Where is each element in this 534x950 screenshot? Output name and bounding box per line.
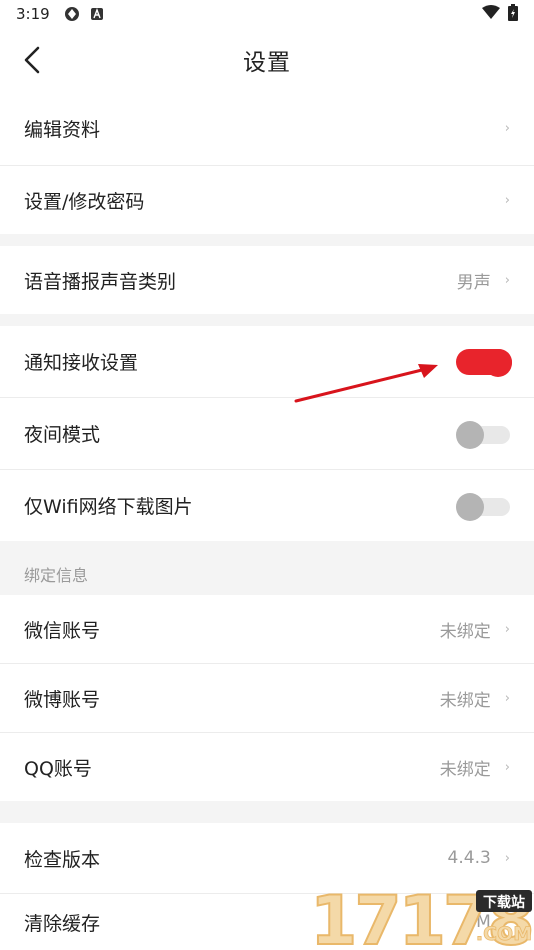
voice-type-label: 语音播报声音类别 xyxy=(24,270,177,293)
edit-profile-row[interactable]: 编辑资料 › xyxy=(0,92,534,165)
notify-toggle[interactable] xyxy=(456,348,512,377)
weibo-label: 微博账号 xyxy=(24,688,101,711)
clear-cache-label: 清除缓存 xyxy=(24,912,101,935)
weibo-row[interactable]: 微博账号 未绑定 › xyxy=(0,664,534,732)
qq-row[interactable]: QQ账号 未绑定 › xyxy=(0,733,534,801)
password-label: 设置/修改密码 xyxy=(24,190,145,213)
night-mode-label: 夜间模式 xyxy=(24,424,101,446)
qq-value: 未绑定 xyxy=(439,759,491,780)
page-title: 设置 xyxy=(243,50,291,76)
battery-icon xyxy=(508,3,518,25)
night-mode-toggle[interactable] xyxy=(456,420,510,449)
chevron-left-icon xyxy=(24,46,40,74)
wechat-label: 微信账号 xyxy=(24,619,101,642)
watermark-badge: 下载站 xyxy=(483,894,525,911)
watermark-suffix: .COM xyxy=(476,923,532,945)
weibo-value: 未绑定 xyxy=(439,690,491,711)
status-bar: 3:19 xyxy=(0,0,534,28)
site-watermark: 17178 下载站 .COM xyxy=(308,880,534,950)
chevron-right-icon: › xyxy=(504,192,510,208)
back-button[interactable] xyxy=(18,44,46,76)
app-notification-icon xyxy=(64,6,80,22)
a-notification-icon xyxy=(90,7,104,21)
version-value: 4.4.3 xyxy=(447,848,491,868)
nav-bar: 设置 xyxy=(0,28,534,92)
wifi-images-label: 仅Wifi网络下载图片 xyxy=(24,496,193,518)
chevron-right-icon: › xyxy=(504,121,510,136)
wifi-images-toggle[interactable] xyxy=(456,492,510,521)
wechat-value: 未绑定 xyxy=(439,621,491,642)
password-row[interactable]: 设置/修改密码 › xyxy=(0,166,534,234)
toggle-knob xyxy=(484,348,512,377)
wifi-icon xyxy=(482,5,500,23)
voice-type-row[interactable]: 语音播报声音类别 男声 › xyxy=(0,246,534,314)
chevron-right-icon: › xyxy=(504,850,510,866)
wifi-images-row: 仅Wifi网络下载图片 xyxy=(0,470,534,541)
chevron-right-icon: › xyxy=(504,690,510,706)
wechat-row[interactable]: 微信账号 未绑定 › xyxy=(0,595,534,663)
red-arrow-annotation xyxy=(294,364,438,403)
chevron-right-icon: › xyxy=(504,621,510,637)
status-time: 3:19 xyxy=(16,5,50,23)
binding-section-header: 绑定信息 xyxy=(0,553,534,595)
toggle-knob xyxy=(456,492,484,521)
notify-row: 通知接收设置 xyxy=(0,326,534,397)
chevron-right-icon: › xyxy=(504,759,510,775)
chevron-right-icon: › xyxy=(504,272,510,288)
night-mode-row: 夜间模式 xyxy=(0,398,534,469)
toggle-knob xyxy=(456,420,484,449)
edit-profile-label: 编辑资料 xyxy=(24,119,101,141)
check-version-label: 检查版本 xyxy=(24,848,101,871)
voice-type-value: 男声 xyxy=(456,272,491,293)
status-right xyxy=(482,3,518,25)
qq-label: QQ账号 xyxy=(24,757,92,780)
notify-label: 通知接收设置 xyxy=(24,352,139,374)
